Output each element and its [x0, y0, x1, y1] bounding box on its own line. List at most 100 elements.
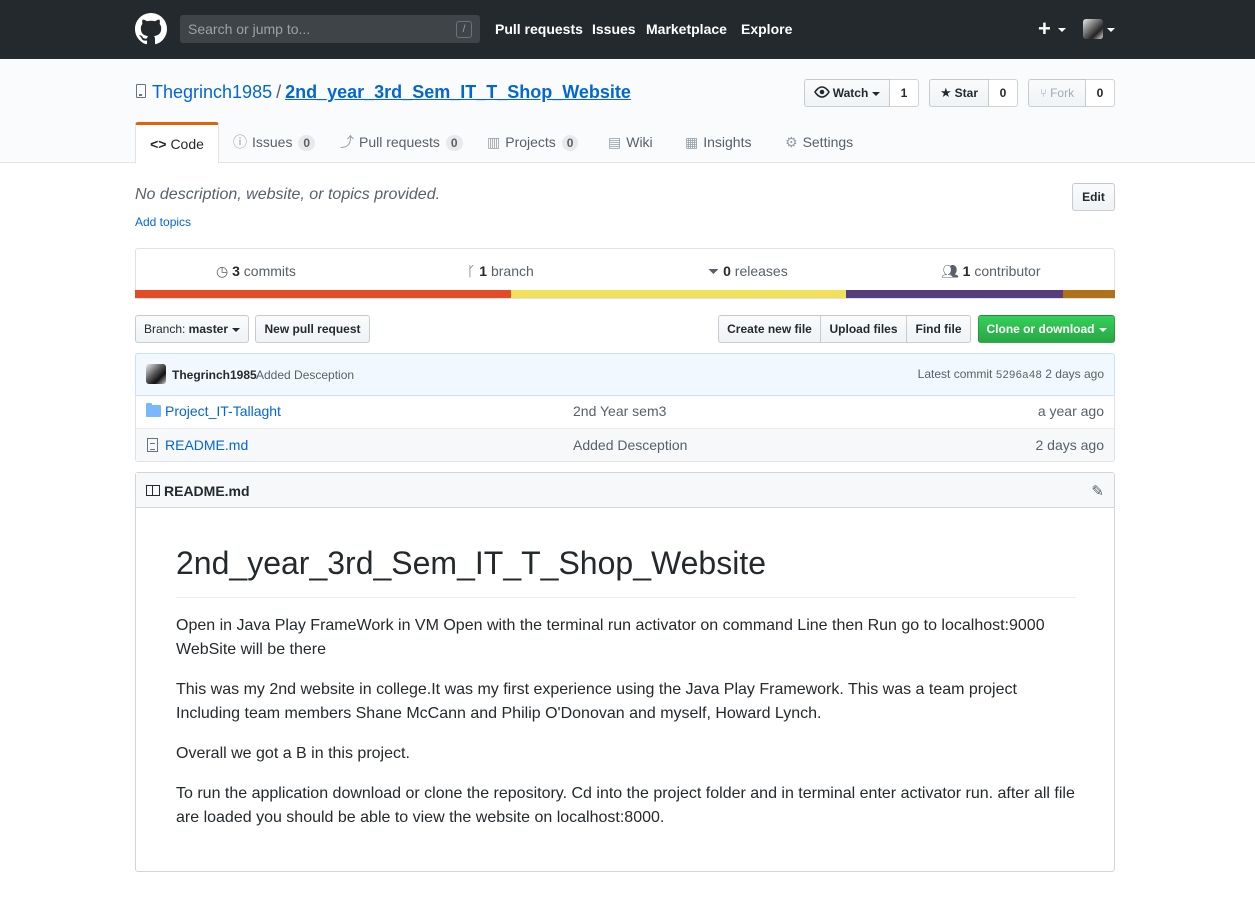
readme-paragraph: Open in Java Play FrameWork in VM Open w… [176, 617, 1045, 658]
commits-summary[interactable]: ◷ 3 commits [216, 263, 296, 280]
nav-explore[interactable]: Explore [741, 21, 792, 37]
tab-code[interactable]: <> Code [135, 122, 219, 164]
nav-issues[interactable]: Issues [592, 21, 636, 37]
file-icon [147, 438, 158, 452]
branch-summary[interactable]: ᚴ 1 branch [467, 263, 534, 279]
tab-issues-label: Issues [252, 134, 293, 150]
commits-count: 3 [232, 263, 240, 279]
search-input[interactable] [180, 15, 480, 43]
readme-filename: README.md [164, 483, 250, 499]
create-new-plus-icon[interactable]: + [1038, 17, 1051, 41]
add-topics-link[interactable]: Add topics [135, 215, 191, 229]
file-commit-message-link[interactable]: 2nd Year sem3 [573, 403, 666, 419]
commit-message-link[interactable]: Added Desception [256, 368, 354, 382]
pull-requests-counter: 0 [445, 135, 463, 151]
latest-commit-info: Latest commit 5296a48 2 days ago [918, 367, 1104, 382]
fork-button[interactable]: ⑂ Fork [1028, 79, 1086, 107]
git-pull-request-icon: ⤴ [340, 134, 354, 150]
nav-pull-requests[interactable]: Pull requests [495, 21, 583, 37]
language-segment[interactable] [1063, 290, 1115, 298]
tab-projects[interactable]: ▥ Projects 0 [487, 122, 579, 163]
organization-icon: 👥︎ [941, 263, 959, 279]
releases-summary[interactable]: ⏷ 0 releases [708, 263, 788, 280]
tab-insights-label: Insights [703, 134, 752, 150]
repo-description: No description, website, or topics provi… [135, 186, 441, 203]
clone-caret-icon [1098, 327, 1107, 332]
language-segment[interactable] [846, 290, 1064, 298]
latest-commit-bar: Thegrinch1985 Added Desception Latest co… [135, 353, 1115, 396]
create-new-file-button[interactable]: Create new file [718, 315, 821, 343]
pencil-edit-icon[interactable]: ✎ [1091, 482, 1104, 500]
book-icon [146, 485, 160, 496]
commit-author-avatar[interactable] [146, 364, 166, 384]
file-row: Project_IT-Tallaght 2nd Year sem3 a year… [136, 395, 1114, 428]
tab-issues[interactable]: ⓘ Issues 0 [233, 122, 316, 163]
tab-projects-label: Projects [505, 134, 556, 150]
readme-header: README.md ✎ [136, 473, 1114, 508]
readme-content: 2nd_year_3rd_Sem_IT_T_Shop_Website Open … [176, 543, 1076, 846]
watch-count[interactable]: 1 [890, 79, 919, 107]
book-icon: ▤ [608, 134, 622, 150]
branch-select-button[interactable]: Branch: master [135, 315, 249, 343]
user-avatar[interactable] [1083, 19, 1103, 39]
language-segment[interactable] [511, 290, 847, 298]
watch-label: Watch [832, 86, 869, 100]
global-header: / Pull requests Issues Marketplace Explo… [0, 0, 1255, 59]
star-count[interactable]: 0 [989, 79, 1018, 107]
repo-icon [136, 84, 146, 98]
tab-wiki[interactable]: ▤ Wiki [608, 122, 653, 163]
file-name-link[interactable]: Project_IT-Tallaght [165, 403, 281, 419]
watch-caret-icon [872, 91, 881, 96]
file-row: README.md Added Desception 2 days ago [136, 428, 1114, 461]
releases-count: 0 [723, 263, 731, 279]
search-box: / [180, 15, 480, 43]
tab-settings-label: Settings [802, 134, 854, 150]
readme-box: README.md ✎ 2nd_year_3rd_Sem_IT_T_Shop_W… [135, 472, 1115, 872]
readme-paragraph: Overall we got a B in this project. [176, 745, 410, 762]
repository-language-bar[interactable] [135, 290, 1115, 298]
clone-or-download-button[interactable]: Clone or download [978, 315, 1115, 343]
tab-code-label: Code [170, 136, 204, 152]
commit-author-link[interactable]: Thegrinch1985 [172, 368, 257, 382]
star-label: Star [954, 86, 978, 100]
issues-counter: 0 [298, 135, 316, 151]
tab-settings[interactable]: ⚙ Settings [785, 122, 853, 163]
repo-name-link[interactable]: 2nd_year_3rd_Sem_IT_T_Shop_Website [285, 82, 631, 102]
upload-files-button[interactable]: Upload files [820, 315, 907, 343]
fork-label: Fork [1050, 86, 1075, 100]
code-icon: <> [150, 136, 167, 152]
releases-label: releases [734, 263, 788, 279]
folder-icon [146, 403, 161, 417]
file-commit-message-link[interactable]: Added Desception [573, 437, 687, 453]
plus-dropdown-caret-icon[interactable] [1058, 28, 1066, 32]
file-age: a year ago [1037, 403, 1104, 419]
branch-label: branch [490, 263, 534, 279]
project-icon: ▥ [487, 134, 501, 150]
find-file-button[interactable]: Find file [906, 315, 971, 343]
commits-label: commits [243, 263, 296, 279]
github-logo-icon[interactable] [135, 13, 167, 45]
gear-icon: ⚙ [785, 134, 798, 150]
fork-count[interactable]: 0 [1086, 79, 1115, 107]
tag-icon: ⏷ [708, 263, 720, 279]
commit-age: 2 days ago [1045, 367, 1104, 381]
watch-button[interactable]: Watch [804, 79, 890, 107]
branch-count: 1 [479, 263, 488, 279]
commit-sha-link[interactable]: 5296a48 [996, 370, 1042, 382]
language-segment[interactable] [135, 290, 512, 298]
tab-insights[interactable]: ▦ Insights [685, 122, 751, 163]
tab-pull-requests[interactable]: ⤴ Pull requests 0 [340, 122, 463, 163]
nav-marketplace[interactable]: Marketplace [646, 21, 727, 37]
repo-title-separator: / [276, 82, 282, 102]
branch-caret-icon [232, 327, 241, 332]
file-name-link[interactable]: README.md [165, 437, 248, 453]
edit-description-button[interactable]: Edit [1072, 183, 1115, 211]
history-icon: ◷ [216, 263, 229, 279]
tab-pull-requests-label: Pull requests [359, 134, 440, 150]
contributors-summary[interactable]: 👥︎ 1 contributor [941, 263, 1041, 280]
readme-paragraph: This was my 2nd website in college.It wa… [176, 681, 1017, 722]
star-button[interactable]: ★ Star [929, 79, 989, 107]
user-dropdown-caret-icon[interactable] [1107, 28, 1115, 32]
repo-owner-link[interactable]: Thegrinch1985 [152, 82, 272, 102]
new-pull-request-button[interactable]: New pull request [255, 315, 370, 343]
